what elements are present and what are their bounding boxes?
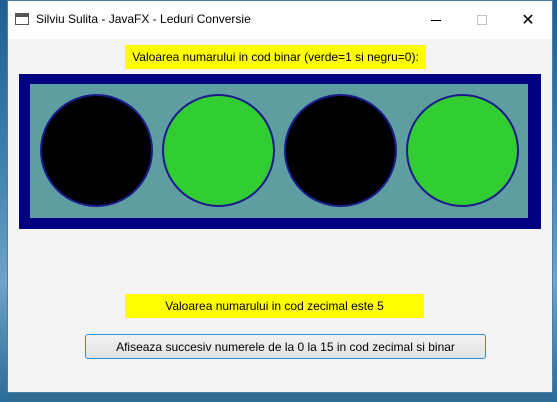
minimize-button[interactable] <box>413 1 459 39</box>
led-panel <box>19 74 541 229</box>
title-bar[interactable]: Silviu Sulita - JavaFX - Leduri Conversi… <box>8 1 552 39</box>
led-bit-2 <box>162 94 275 207</box>
led-panel-inner <box>30 84 528 218</box>
led-bit-3 <box>40 94 153 207</box>
led-bit-0 <box>406 94 519 207</box>
show-sequence-button[interactable]: Afiseaza succesiv numerele de la 0 la 15… <box>85 334 486 359</box>
maximize-icon <box>477 15 487 25</box>
desktop-background-right <box>553 0 557 402</box>
close-icon: ✕ <box>521 10 535 29</box>
app-window: Silviu Sulita - JavaFX - Leduri Conversi… <box>7 0 553 393</box>
maximize-button[interactable] <box>459 1 505 39</box>
window-title: Silviu Sulita - JavaFX - Leduri Conversi… <box>36 12 251 26</box>
decimal-value-label: Valoarea numarului in cod zecimal este 5 <box>125 294 424 318</box>
binary-value-label: Valoarea numarului in cod binar (verde=1… <box>125 45 426 69</box>
led-bit-1 <box>284 94 397 207</box>
close-button[interactable]: ✕ <box>505 1 551 39</box>
app-window-icon <box>15 13 29 25</box>
minimize-icon <box>431 19 441 21</box>
